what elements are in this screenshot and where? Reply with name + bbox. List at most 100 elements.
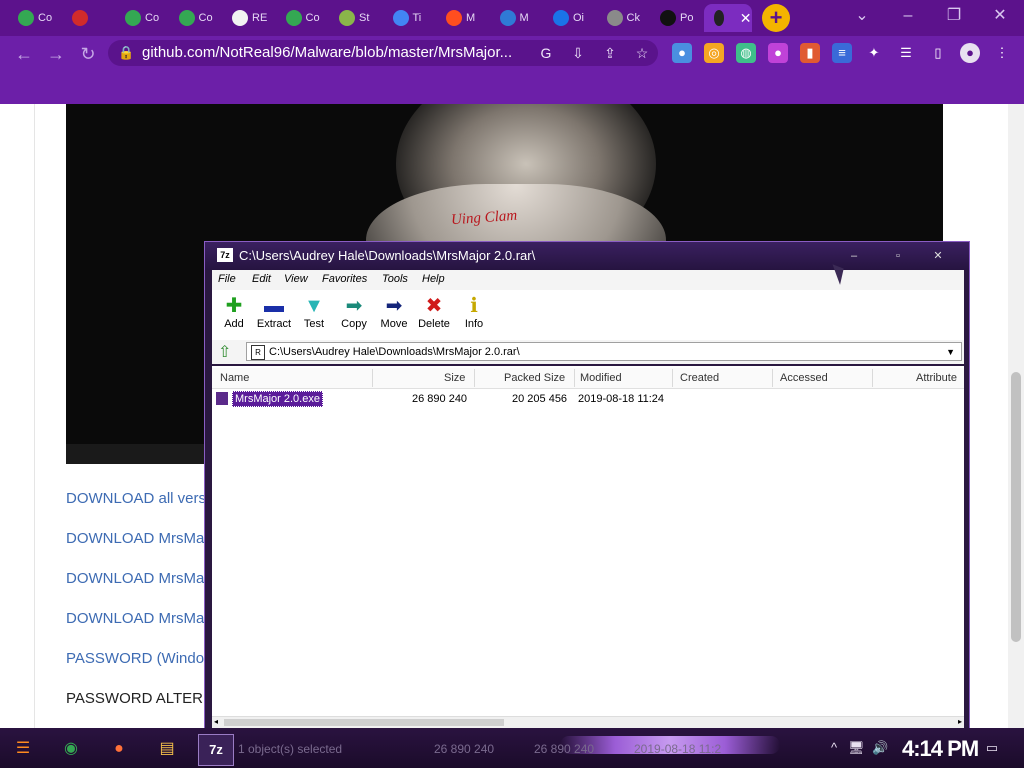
column-header[interactable]: Name xyxy=(220,372,249,384)
forward-arrow-icon[interactable]: → xyxy=(44,44,68,64)
taskbar-chrome-icon[interactable]: ◉ xyxy=(54,734,88,764)
download-link[interactable]: DOWNLOAD all vers xyxy=(66,490,206,507)
tray-chevron-up-icon[interactable]: ^ xyxy=(826,740,842,756)
7zip-address-bar: ⇧ R C:\Users\Audrey Hale\Downloads\MrsMa… xyxy=(212,340,964,364)
column-divider[interactable] xyxy=(474,369,475,387)
extension-form-icon[interactable]: ≡ xyxy=(832,43,852,63)
column-header[interactable]: Size xyxy=(444,372,465,384)
scrollbar-thumb[interactable] xyxy=(1011,372,1021,642)
scroll-right-icon[interactable]: ▸ xyxy=(958,717,962,726)
test-button[interactable]: ▼ Test xyxy=(294,294,334,330)
7zip-window: 7z C:\Users\Audrey Hale\Downloads\MrsMaj… xyxy=(204,241,970,731)
folder-up-icon[interactable]: ⇧ xyxy=(218,342,231,362)
tab-close-icon[interactable]: ✕ xyxy=(740,10,752,27)
copy-button[interactable]: ➡ Copy xyxy=(334,294,374,330)
download-link[interactable]: PASSWORD (Windo xyxy=(66,650,204,667)
close-window-button[interactable]: ✕ xyxy=(980,4,1020,28)
column-divider[interactable] xyxy=(772,369,773,387)
extension-frog-icon[interactable]: ● xyxy=(672,43,692,63)
volume-icon[interactable]: 🔊 xyxy=(872,740,888,756)
column-header[interactable]: Modified xyxy=(580,372,622,384)
extension-ring-icon[interactable]: ◎ xyxy=(704,43,724,63)
back-arrow-icon[interactable]: ← xyxy=(12,44,36,64)
tab-13[interactable]: ✕ xyxy=(703,4,752,32)
bookmark-star-icon[interactable]: ☆ xyxy=(632,43,652,63)
7zip-close-button[interactable]: ✕ xyxy=(919,248,957,264)
taskbar-7zip-icon[interactable]: 7z xyxy=(198,734,234,766)
taskbar-firefox-icon[interactable]: ● xyxy=(102,734,136,764)
tab-1[interactable] xyxy=(62,4,112,32)
tab-label: M xyxy=(519,12,529,24)
menu-item-favorites[interactable]: Favorites xyxy=(322,273,367,285)
tab-3[interactable]: Co xyxy=(169,4,219,32)
chevron-down-icon[interactable]: ▼ xyxy=(946,343,955,362)
google-icon[interactable]: G xyxy=(536,43,556,63)
side-panel-icon[interactable]: ▯ xyxy=(928,43,948,63)
menu-item-tools[interactable]: Tools xyxy=(382,273,408,285)
share-icon[interactable]: ⇪ xyxy=(600,43,620,63)
7zip-title-bar[interactable]: 7z C:\Users\Audrey Hale\Downloads\MrsMaj… xyxy=(205,242,969,270)
download-link[interactable]: DOWNLOAD MrsMa xyxy=(66,570,204,587)
extension-circle-icon[interactable]: ● xyxy=(768,43,788,63)
tab-label: Co xyxy=(305,12,320,24)
tab-8[interactable]: M xyxy=(436,4,486,32)
column-header[interactable]: Created xyxy=(680,372,719,384)
column-divider[interactable] xyxy=(574,369,575,387)
menu-item-edit[interactable]: Edit xyxy=(252,273,271,285)
extension-globe-icon[interactable]: ◍ xyxy=(736,43,756,63)
restore-button[interactable]: ❐ xyxy=(934,4,974,28)
column-divider[interactable] xyxy=(672,369,673,387)
column-divider[interactable] xyxy=(372,369,373,387)
column-header[interactable]: Packed Size xyxy=(504,372,565,384)
info-button[interactable]: ℹ Info xyxy=(454,294,494,330)
check-circle-icon xyxy=(18,10,34,26)
menu-item-view[interactable]: View xyxy=(284,273,308,285)
reading-list-icon[interactable]: ☰ xyxy=(896,43,916,63)
notification-icon[interactable]: ▭ xyxy=(984,740,1000,756)
install-app-icon[interactable]: ⇩ xyxy=(568,43,588,63)
archive-icon: R xyxy=(251,345,265,360)
tab-4[interactable]: RE xyxy=(222,4,272,32)
profile-avatar-icon[interactable]: ● xyxy=(960,43,980,63)
menu-item-help[interactable]: Help xyxy=(422,273,445,285)
taskbar-clock[interactable]: 4:14 PM xyxy=(902,736,979,762)
horizontal-scroll-thumb[interactable] xyxy=(224,719,504,726)
download-link[interactable]: DOWNLOAD MrsMa xyxy=(66,610,204,627)
tab-11[interactable]: Ck xyxy=(597,4,647,32)
tab-search-icon[interactable]: ⌄ xyxy=(842,4,882,28)
tab-5[interactable]: Co xyxy=(276,4,326,32)
delete-icon: ✖ xyxy=(425,295,443,317)
table-row[interactable]: MrsMajor 2.0.exe 26 890 240 20 205 456 2… xyxy=(212,390,964,408)
extension-chart-icon[interactable]: ▮ xyxy=(800,43,820,63)
tab-6[interactable]: St xyxy=(329,4,379,32)
menu-item-file[interactable]: File xyxy=(218,273,236,285)
tab-9[interactable]: M xyxy=(490,4,540,32)
tab-12[interactable]: Po xyxy=(650,4,700,32)
tab-2[interactable]: Co xyxy=(115,4,165,32)
column-header[interactable]: Attribute xyxy=(916,372,957,384)
menu-kebab-icon[interactable]: ⋮ xyxy=(992,43,1012,63)
7zip-path-field[interactable]: R C:\Users\Audrey Hale\Downloads\MrsMajo… xyxy=(246,342,962,361)
scroll-left-icon[interactable]: ◂ xyxy=(214,717,218,726)
extensions-puzzle-icon[interactable]: ✦ xyxy=(864,43,884,63)
extract-button[interactable]: ▬ Extract xyxy=(254,294,294,330)
add-icon: ✚ xyxy=(225,295,243,317)
column-divider[interactable] xyxy=(872,369,873,387)
delete-button[interactable]: ✖ Delete xyxy=(414,294,454,330)
tab-7[interactable]: Ti xyxy=(383,4,433,32)
file-name-cell[interactable]: MrsMajor 2.0.exe xyxy=(232,391,323,407)
move-button[interactable]: ➡ Move xyxy=(374,294,414,330)
network-icon[interactable]: 🖥 xyxy=(848,740,865,756)
tab-0[interactable]: Co xyxy=(8,4,58,32)
taskbar-start-icon[interactable]: ☰ xyxy=(6,734,40,764)
new-tab-button[interactable]: + xyxy=(762,4,790,32)
tab-10[interactable]: Oi xyxy=(543,4,593,32)
page-scrollbar[interactable] xyxy=(1008,104,1024,728)
taskbar-explorer-icon[interactable]: ▤ xyxy=(150,734,184,764)
7zip-maximize-button[interactable]: ▫ xyxy=(879,248,917,264)
download-link[interactable]: DOWNLOAD MrsMa xyxy=(66,530,204,547)
column-header[interactable]: Accessed xyxy=(780,372,828,384)
minimize-button[interactable]: – xyxy=(888,4,928,28)
add-button[interactable]: ✚ Add xyxy=(214,294,254,330)
reload-icon[interactable]: ↻ xyxy=(76,44,100,64)
